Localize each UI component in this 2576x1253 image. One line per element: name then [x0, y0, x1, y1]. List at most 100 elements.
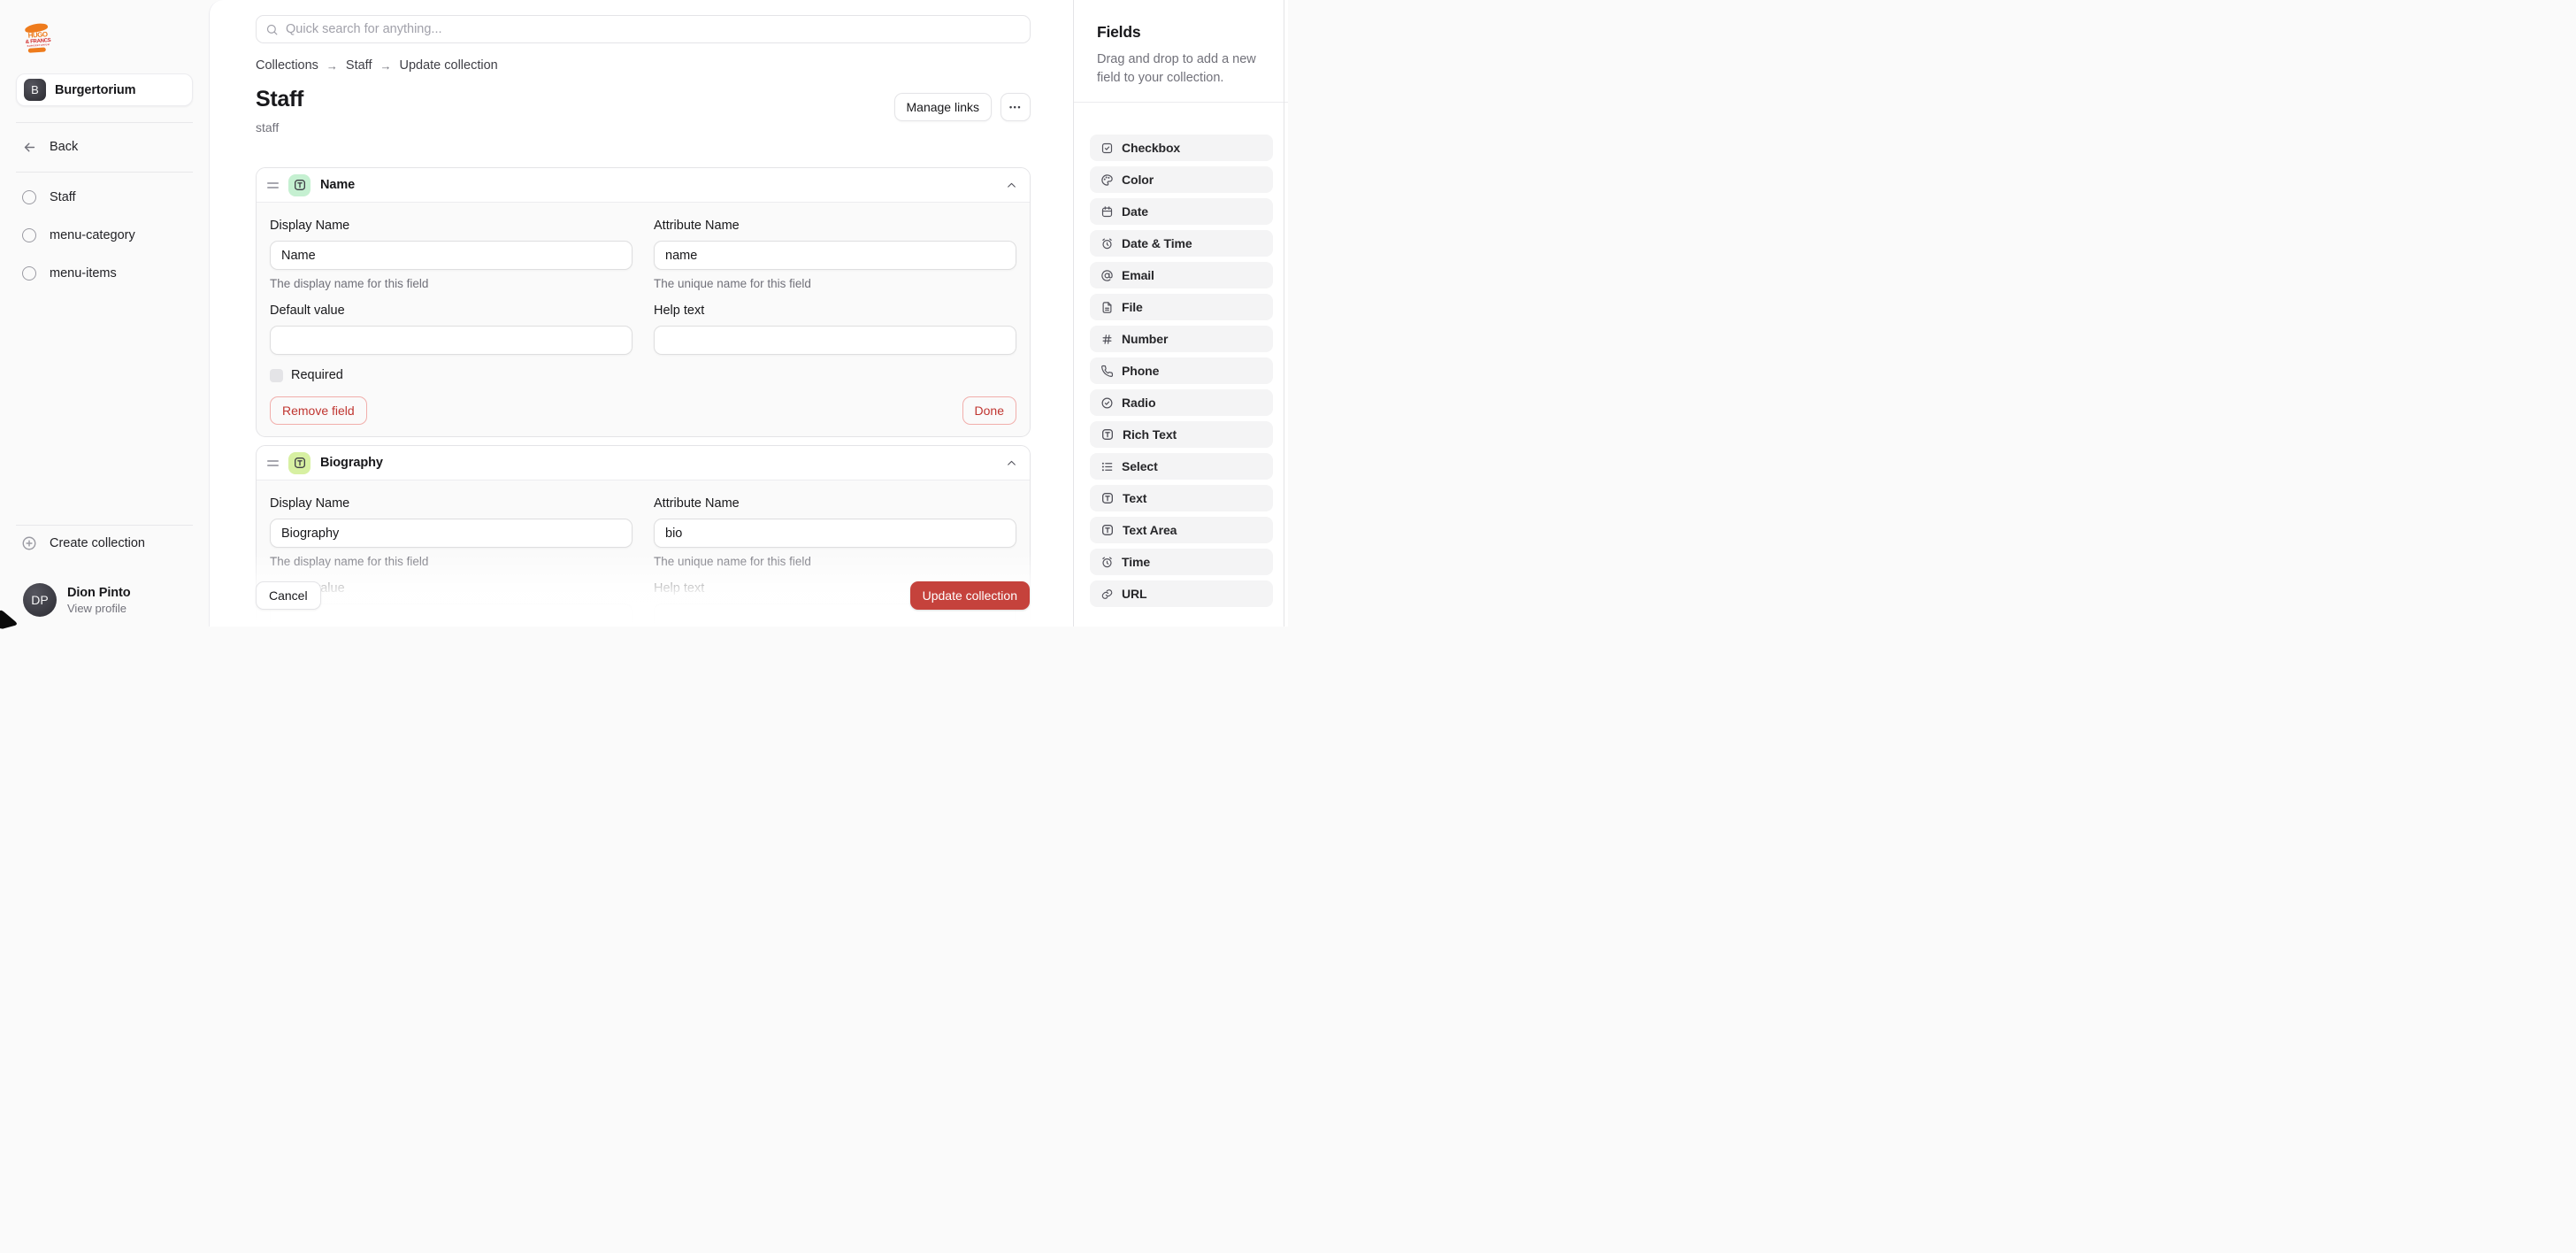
breadcrumb-staff[interactable]: Staff: [346, 58, 372, 73]
attribute-name-label: Attribute Name: [654, 496, 1016, 511]
field-type-color[interactable]: Color: [1090, 166, 1273, 193]
attribute-name-helper: The unique name for this field: [654, 277, 1016, 291]
circle-check-icon: [1100, 396, 1114, 410]
workspace-switcher[interactable]: B Burgertorium: [16, 73, 193, 106]
field-type-date[interactable]: Date: [1090, 198, 1273, 225]
sidebar-divider: [16, 172, 193, 173]
field-type-label: URL: [1122, 587, 1146, 601]
text-field-type-icon: [288, 174, 310, 196]
update-collection-button[interactable]: Update collection: [910, 581, 1030, 610]
field-type-label: Color: [1122, 173, 1154, 187]
required-label: Required: [291, 368, 343, 382]
drag-handle-icon[interactable]: [267, 182, 279, 188]
field-type-text[interactable]: Text: [1090, 485, 1273, 511]
search-icon: [265, 23, 279, 36]
page-header: Staff staff Manage links •••: [256, 86, 1031, 135]
field-type-email[interactable]: Email: [1090, 262, 1273, 288]
cancel-button[interactable]: Cancel: [256, 581, 321, 610]
field-type-label: Date & Time: [1122, 236, 1192, 250]
field-type-label: Number: [1122, 332, 1168, 346]
sidebar-item-menu-category[interactable]: menu-category: [16, 222, 193, 249]
attribute-name-label: Attribute Name: [654, 219, 1016, 233]
attribute-name-field[interactable]: [654, 519, 1016, 548]
at-sign-icon: [1100, 269, 1114, 282]
field-type-label: Checkbox: [1122, 141, 1180, 155]
hash-icon: [1100, 333, 1114, 346]
form-footer: Cancel Update collection: [256, 581, 1030, 610]
field-type-select[interactable]: Select: [1090, 453, 1273, 480]
collection-circle-icon: [21, 190, 37, 204]
help-text-field[interactable]: [654, 326, 1016, 355]
field-type-label: Select: [1122, 459, 1158, 473]
field-card-title: Name: [320, 178, 355, 192]
search-input[interactable]: [286, 22, 1021, 36]
app-root: HUGO & FRANCS BURGERTORIUM B Burgertoriu…: [0, 0, 1288, 626]
chevron-up-icon[interactable]: [1006, 457, 1017, 469]
breadcrumb-collections[interactable]: Collections: [256, 58, 318, 73]
manage-links-button[interactable]: Manage links: [894, 93, 993, 121]
remove-field-button[interactable]: Remove field: [270, 396, 367, 425]
field-type-label: Phone: [1122, 364, 1159, 378]
field-type-label: Date: [1122, 204, 1148, 219]
breadcrumb-update-collection[interactable]: Update collection: [399, 58, 497, 73]
sidebar-item-menu-items[interactable]: menu-items: [16, 260, 193, 287]
text-area-type-icon: [288, 452, 310, 474]
sidebar-item-staff[interactable]: Staff: [16, 184, 193, 211]
field-type-number[interactable]: Number: [1090, 326, 1273, 352]
field-type-phone[interactable]: Phone: [1090, 357, 1273, 384]
more-options-button[interactable]: •••: [1000, 93, 1031, 121]
field-type-label: Radio: [1122, 396, 1155, 410]
done-button[interactable]: Done: [962, 396, 1016, 425]
field-type-label: Time: [1122, 555, 1150, 569]
checkbox-icon: [1100, 142, 1114, 155]
attribute-name-field[interactable]: [654, 241, 1016, 270]
drag-handle-icon[interactable]: [267, 460, 279, 466]
chevron-up-icon[interactable]: [1006, 180, 1017, 191]
display-name-label: Display Name: [270, 219, 632, 233]
display-name-field[interactable]: [270, 519, 632, 548]
plus-circle-icon: [21, 535, 37, 551]
sidebar-divider: [16, 122, 193, 123]
field-type-label: File: [1122, 300, 1143, 314]
field-type-rich-text[interactable]: Rich Text: [1090, 421, 1273, 448]
back-label: Back: [50, 140, 78, 154]
view-profile-link[interactable]: View profile: [67, 602, 131, 615]
field-type-file[interactable]: File: [1090, 294, 1273, 320]
field-type-date-time[interactable]: Date & Time: [1090, 230, 1273, 257]
main-panel: Collections → Staff → Update collection …: [209, 0, 1073, 626]
field-type-checkbox[interactable]: Checkbox: [1090, 135, 1273, 161]
user-profile[interactable]: DP Dion Pinto View profile: [23, 583, 131, 617]
text-field-icon: [1100, 523, 1115, 537]
text-field-icon: [1100, 491, 1115, 505]
calendar-icon: [1100, 205, 1114, 219]
default-value-field[interactable]: [270, 326, 632, 355]
workspace-name: Burgertorium: [55, 83, 135, 97]
sidebar-item-label: Staff: [50, 190, 76, 204]
field-type-time[interactable]: Time: [1090, 549, 1273, 575]
display-name-label: Display Name: [270, 496, 632, 511]
brand-logo: HUGO & FRANCS BURGERTORIUM: [22, 23, 54, 57]
search-bar: [256, 15, 1031, 43]
help-text-label: Help text: [654, 304, 1016, 318]
phone-icon: [1100, 365, 1114, 378]
back-button[interactable]: Back: [16, 134, 193, 160]
avatar: DP: [23, 583, 57, 617]
text-field-icon: [1100, 427, 1115, 442]
breadcrumb-arrow-icon: →: [326, 59, 338, 73]
field-type-text-area[interactable]: Text Area: [1090, 517, 1273, 543]
sidebar: HUGO & FRANCS BURGERTORIUM B Burgertoriu…: [0, 0, 209, 626]
field-type-label: Email: [1122, 268, 1154, 282]
breadcrumb: Collections → Staff → Update collection: [256, 58, 1031, 73]
field-type-radio[interactable]: Radio: [1090, 389, 1273, 416]
field-type-url[interactable]: URL: [1090, 580, 1273, 607]
create-collection-button[interactable]: Create collection: [16, 530, 193, 557]
field-card-header[interactable]: Biography: [257, 446, 1030, 480]
sidebar-divider: [16, 525, 193, 526]
field-type-list: Checkbox Color Date Date & Time Email File Num…: [1090, 135, 1273, 607]
display-name-field[interactable]: [270, 241, 632, 270]
create-collection-label: Create collection: [50, 536, 145, 550]
field-card-header[interactable]: Name: [257, 168, 1030, 203]
required-checkbox[interactable]: [270, 369, 283, 382]
logo-bun-bottom-shape: [28, 47, 46, 52]
alarm-clock-icon: [1100, 237, 1114, 250]
